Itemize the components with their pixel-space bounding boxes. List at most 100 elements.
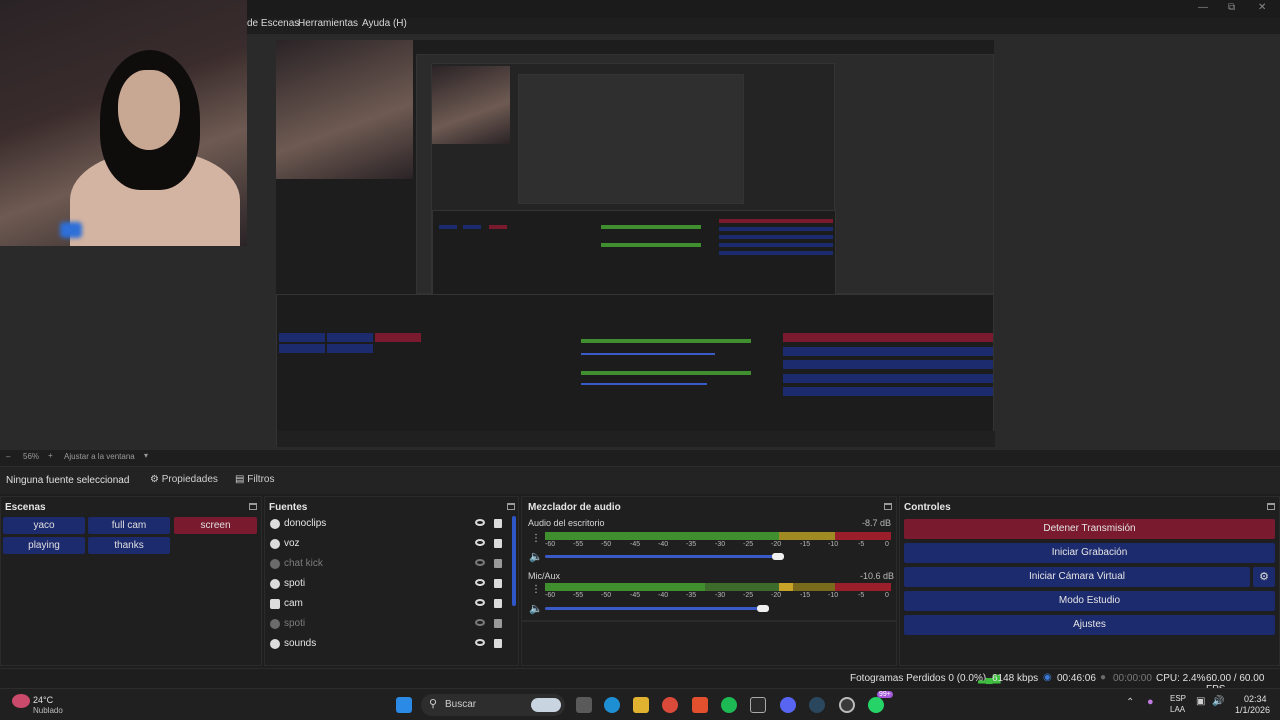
scenes-title: Escenas <box>5 502 46 513</box>
stop-stream-button[interactable]: Detener Transmisión <box>904 519 1275 539</box>
properties-button[interactable]: ⚙ Propiedades <box>150 474 218 485</box>
tick-label: -50 <box>601 541 612 548</box>
more-options-icon[interactable]: ⋮ <box>531 533 541 544</box>
eye-icon[interactable] <box>475 519 485 526</box>
lock-icon[interactable] <box>494 539 502 548</box>
source-voz[interactable]: voz <box>268 536 508 556</box>
speaker-icon[interactable]: 🔈 <box>529 550 543 563</box>
spotify-icon[interactable] <box>721 697 737 713</box>
file-explorer-icon[interactable] <box>633 697 649 713</box>
taskbar-search[interactable]: ⚲ Buscar <box>421 694 565 716</box>
source-spoti[interactable]: spoti <box>268 576 508 596</box>
undock-icon[interactable] <box>884 503 892 510</box>
scene-full-cam[interactable]: full cam <box>88 517 170 534</box>
volume-icon[interactable]: 🔊 <box>1212 696 1224 707</box>
tick-label: 0 <box>885 592 889 599</box>
chrome-icon[interactable] <box>662 697 678 713</box>
source-sounds[interactable]: sounds <box>268 636 508 656</box>
filters-button[interactable]: ▤ Filtros <box>235 474 274 485</box>
menu-help[interactable]: Ayuda (H) <box>362 18 407 29</box>
tick-label: 0 <box>885 541 889 548</box>
virtual-camera-settings-button[interactable]: ⚙ <box>1253 567 1275 587</box>
tick-label: -15 <box>800 592 811 599</box>
brave-icon[interactable] <box>692 697 708 713</box>
lock-icon[interactable] <box>494 559 502 568</box>
lang-top[interactable]: ESP <box>1170 694 1186 703</box>
nested-scene-btn <box>279 344 325 353</box>
scene-screen[interactable]: screen <box>174 517 257 534</box>
webcam-blue-light <box>60 222 82 238</box>
clock-date: 1/1/2026 <box>1235 705 1271 715</box>
undock-icon[interactable] <box>1267 503 1275 510</box>
task-view-icon[interactable] <box>576 697 592 713</box>
edge-icon[interactable] <box>604 697 620 713</box>
clock-time[interactable]: 02:34 <box>1244 694 1267 704</box>
meter-ticks-1: -60 -55 -50 -45 -40 -35 -30 -25 -20 -15 … <box>545 541 891 549</box>
tick-label: -5 <box>858 592 865 599</box>
zoom-fit-label[interactable]: Ajustar a la ventana <box>64 452 135 461</box>
eye-icon[interactable] <box>475 639 485 646</box>
eye-hidden-icon[interactable] <box>475 559 485 566</box>
start-recording-button[interactable]: Iniciar Grabación <box>904 543 1275 563</box>
scene-playing[interactable]: playing <box>3 537 85 554</box>
context-bar: Ninguna fuente seleccionad ⚙ Propiedades… <box>0 466 1280 494</box>
scene-yaco[interactable]: yaco <box>3 517 85 534</box>
lock-icon[interactable] <box>494 519 502 528</box>
network-icon[interactable]: ▣ <box>1196 696 1205 707</box>
steam-icon[interactable] <box>809 697 825 713</box>
discord-icon[interactable] <box>780 697 796 713</box>
nested-taskbar <box>277 431 995 447</box>
lock-icon[interactable] <box>494 599 502 608</box>
undock-icon[interactable] <box>507 503 515 510</box>
menu-scene-collection[interactable]: de Escenas <box>247 18 299 29</box>
camera-icon <box>270 599 280 609</box>
restore-icon[interactable]: ⧉ <box>1228 2 1235 13</box>
eye-hidden-icon[interactable] <box>475 619 485 626</box>
zoom-out-icon[interactable]: – <box>6 452 10 461</box>
undock-icon[interactable] <box>249 503 257 510</box>
studio-mode-button[interactable]: Modo Estudio <box>904 591 1275 611</box>
menu-tools[interactable]: Herramientas <box>298 18 358 29</box>
nested-scene-btn <box>279 333 325 342</box>
scene-thanks[interactable]: thanks <box>88 537 170 554</box>
settings-button[interactable]: Ajustes <box>904 615 1275 635</box>
eye-icon[interactable] <box>475 599 485 606</box>
epic-games-icon[interactable] <box>750 697 766 713</box>
chevron-down-icon[interactable]: ▾ <box>144 451 148 460</box>
volume-slider[interactable] <box>545 607 764 610</box>
microphone-icon[interactable]: ● <box>1147 696 1154 708</box>
speaker-icon[interactable]: 🔈 <box>529 602 543 615</box>
sources-scrollbar[interactable] <box>512 516 516 606</box>
weather-temp[interactable]: 24°C <box>33 695 53 705</box>
source-chat-kick[interactable]: chat kick <box>268 556 508 576</box>
lock-icon[interactable] <box>494 579 502 588</box>
tray-chevron-icon[interactable]: ⌃ <box>1126 697 1134 708</box>
volume-slider[interactable] <box>545 555 779 558</box>
zoom-in-icon[interactable]: + <box>48 451 53 460</box>
whatsapp-icon[interactable] <box>868 697 884 713</box>
status-bar: Fotogramas Perdidos 0 (0.0%) ▂▄▆ 6148 kb… <box>0 668 1280 695</box>
browser-icon <box>270 539 280 549</box>
preview-canvas[interactable] <box>276 40 995 447</box>
more-options-icon[interactable]: ⋮ <box>531 584 541 595</box>
obs-icon[interactable] <box>839 697 855 713</box>
eye-icon[interactable] <box>475 539 485 546</box>
meter-green-bright <box>545 583 705 591</box>
windows-start-icon[interactable] <box>396 697 412 713</box>
tick-label: -10 <box>828 592 839 599</box>
source-cam[interactable]: cam <box>268 596 508 616</box>
lock-icon[interactable] <box>494 619 502 628</box>
mixer-hscrollbar[interactable] <box>521 620 897 622</box>
browser-icon <box>270 559 280 569</box>
volume-slider-knob[interactable] <box>757 605 769 612</box>
meter-red <box>835 532 891 540</box>
lock-icon[interactable] <box>494 639 502 648</box>
minimize-icon[interactable]: — <box>1198 2 1208 13</box>
nested-meter <box>601 243 701 247</box>
source-donoclips[interactable]: donoclips <box>268 516 508 536</box>
source-spoti-2[interactable]: spoti <box>268 616 508 636</box>
eye-icon[interactable] <box>475 579 485 586</box>
close-icon[interactable]: ✕ <box>1258 2 1266 13</box>
volume-slider-knob[interactable] <box>772 553 784 560</box>
start-virtual-camera-button[interactable]: Iniciar Cámara Virtual <box>904 567 1250 587</box>
